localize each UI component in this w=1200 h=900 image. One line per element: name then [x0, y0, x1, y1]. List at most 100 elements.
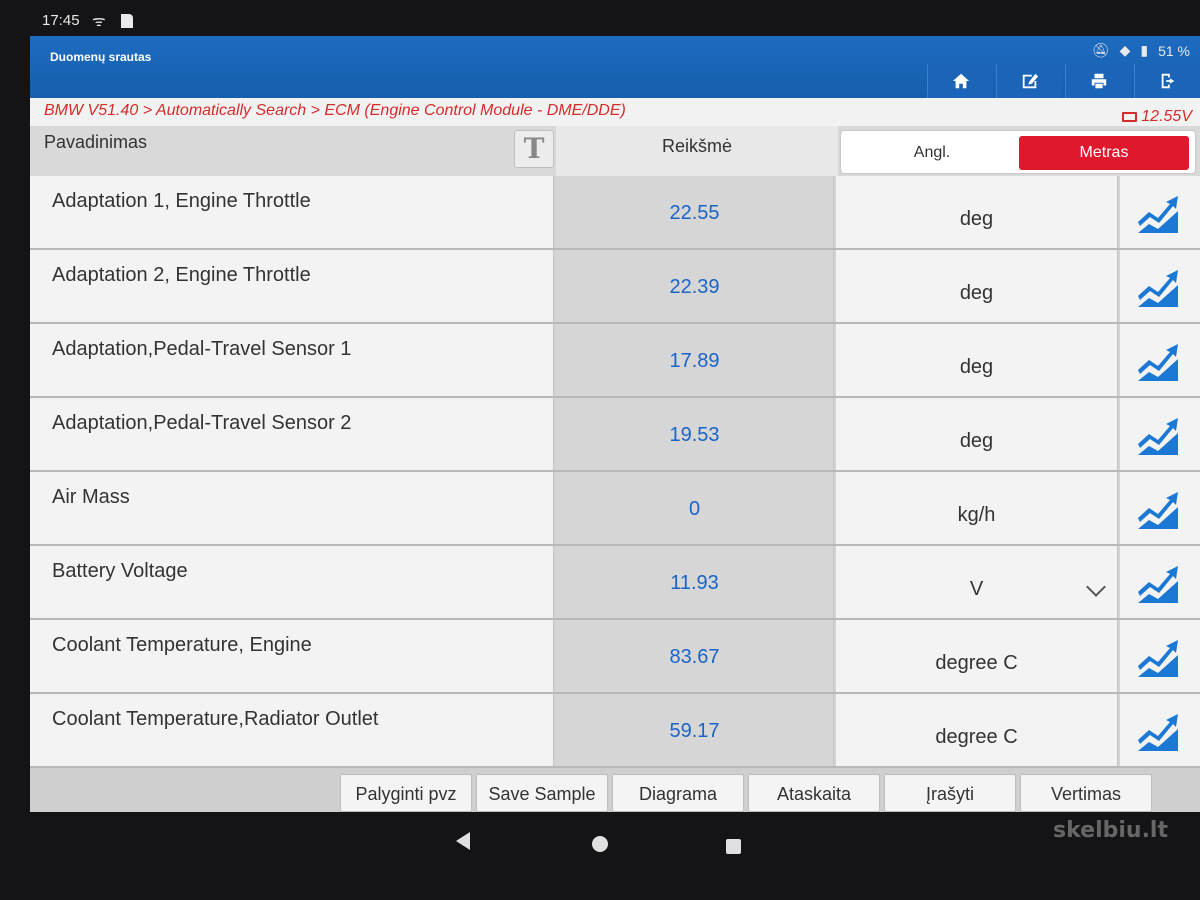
value-cell: 83.67 [556, 620, 834, 692]
app-title: Duomenų srautas [50, 50, 152, 64]
table-row[interactable]: Air Mass 0 kg/h [30, 472, 1200, 546]
unit-cell[interactable]: deg [836, 176, 1118, 248]
graph-button[interactable] [1120, 620, 1200, 692]
graph-icon [1138, 270, 1178, 307]
value-cell: 0 [556, 472, 834, 544]
graph-button[interactable] [1120, 324, 1200, 396]
wifi-icon: ◆ [1119, 42, 1131, 58]
name-cell: Adaptation 2, Engine Throttle [30, 250, 554, 322]
row-name: Adaptation,Pedal-Travel Sensor 1 [52, 338, 352, 360]
unit-cell[interactable]: degree C [836, 694, 1118, 766]
title-bar: Duomenų srautas [30, 36, 1200, 98]
row-name: Adaptation 1, Engine Throttle [52, 190, 311, 212]
sd-card-icon [121, 14, 133, 28]
home-nav-icon[interactable] [592, 836, 608, 852]
table-row[interactable]: Coolant Temperature,Radiator Outlet 59.1… [30, 694, 1200, 768]
breadcrumb: BMW V51.40 > Automatically Search > ECM … [44, 102, 626, 119]
row-name: Battery Voltage [52, 560, 188, 582]
status-icons: 🔕︎ ◆ ▮ 51 % [1092, 42, 1190, 59]
row-value: 19.53 [669, 424, 720, 446]
app-window: Duomenų srautas BMW V51.40 > Automatical… [30, 36, 1200, 812]
graph-view-button[interactable]: Diagrama [612, 774, 744, 812]
bottom-action-bar: Palyginti pvz Save Sample Diagrama Atask… [30, 768, 1200, 812]
name-cell: Coolant Temperature,Radiator Outlet [30, 694, 554, 766]
unit-metric-button[interactable]: Metras [1019, 136, 1189, 170]
value-cell: 59.17 [556, 694, 834, 766]
graph-icon [1138, 196, 1178, 233]
row-name: Coolant Temperature,Radiator Outlet [52, 708, 379, 730]
name-cell: Coolant Temperature, Engine [30, 620, 554, 692]
car-battery-icon [1122, 112, 1138, 122]
graph-button[interactable] [1120, 546, 1200, 618]
print-icon [1091, 73, 1106, 89]
table-row[interactable]: Adaptation,Pedal-Travel Sensor 1 17.89 d… [30, 324, 1200, 398]
toolbar [924, 64, 1200, 98]
record-button[interactable]: Įrašyti [884, 774, 1016, 812]
graph-button[interactable] [1120, 250, 1200, 322]
row-value: 22.55 [669, 202, 720, 224]
unit-cell[interactable]: degree C [836, 620, 1118, 692]
unit-cell[interactable]: deg [836, 398, 1118, 470]
watermark: skelbiu.lt [1053, 818, 1168, 843]
row-unit: V [969, 578, 984, 600]
voltage-value: 12.55V [1141, 108, 1192, 125]
compare-sample-button[interactable]: Palyginti pvz [340, 774, 472, 812]
row-value: 0 [688, 498, 701, 520]
row-value: 83.67 [669, 646, 720, 668]
exit-button[interactable] [1134, 64, 1200, 98]
unit-cell[interactable]: V [836, 546, 1118, 618]
value-cell: 11.93 [556, 546, 834, 618]
mute-icon: 🔕︎ [1091, 42, 1110, 58]
breadcrumb-bar: BMW V51.40 > Automatically Search > ECM … [30, 98, 1200, 126]
battery-icon: ▮ [1140, 42, 1149, 58]
name-cell: Adaptation 1, Engine Throttle [30, 176, 554, 248]
recents-icon[interactable] [726, 839, 741, 854]
android-nav-bar: skelbiu.lt [0, 812, 1200, 872]
edit-button[interactable] [996, 64, 1062, 98]
table-row[interactable]: Adaptation 1, Engine Throttle 22.55 deg [30, 176, 1200, 250]
table-row[interactable]: Coolant Temperature, Engine 83.67 degree… [30, 620, 1200, 694]
unit-cell[interactable]: deg [836, 250, 1118, 322]
usb-debug-icon: ᯤ [92, 13, 106, 30]
home-button[interactable] [927, 64, 993, 98]
graph-button[interactable] [1120, 176, 1200, 248]
table-row[interactable]: Battery Voltage 11.93 V [30, 546, 1200, 620]
value-cell: 19.53 [556, 398, 834, 470]
unit-cell[interactable]: deg [836, 324, 1118, 396]
print-button[interactable] [1065, 64, 1131, 98]
row-unit: deg [959, 430, 994, 452]
graph-button[interactable] [1120, 694, 1200, 766]
row-unit: degree C [935, 726, 1018, 748]
row-value: 22.39 [669, 276, 720, 298]
table-row[interactable]: Adaptation 2, Engine Throttle 22.39 deg [30, 250, 1200, 324]
graph-icon [1138, 344, 1178, 381]
row-value: 59.17 [669, 720, 720, 742]
name-cell: Battery Voltage [30, 546, 554, 618]
row-unit: deg [959, 208, 994, 230]
row-unit: kg/h [957, 504, 996, 526]
row-value: 17.89 [669, 350, 720, 372]
graph-icon [1138, 418, 1178, 455]
graph-button[interactable] [1120, 398, 1200, 470]
row-name: Adaptation 2, Engine Throttle [52, 264, 311, 286]
row-name: Air Mass [52, 486, 130, 508]
row-unit: deg [959, 282, 994, 304]
unit-cell[interactable]: kg/h [836, 472, 1118, 544]
row-name: Adaptation,Pedal-Travel Sensor 2 [52, 412, 352, 434]
value-cell: 22.55 [556, 176, 834, 248]
unit-english-button[interactable]: Angl. [847, 136, 1017, 170]
save-sample-button[interactable]: Save Sample [476, 774, 608, 812]
table-row[interactable]: Adaptation,Pedal-Travel Sensor 2 19.53 d… [30, 398, 1200, 472]
translate-button[interactable]: Vertimas [1020, 774, 1152, 812]
back-icon[interactable] [456, 832, 470, 850]
report-button[interactable]: Ataskaita [748, 774, 880, 812]
graph-icon [1138, 714, 1178, 751]
name-cell: Adaptation,Pedal-Travel Sensor 1 [30, 324, 554, 396]
edit-icon [1022, 73, 1038, 89]
header-value: Reikšmė [556, 126, 838, 176]
graph-button[interactable] [1120, 472, 1200, 544]
table-header: Pavadinimas T Reikšmė Angl. Metras [30, 126, 1200, 176]
data-table: Adaptation 1, Engine Throttle 22.55 deg … [30, 176, 1200, 768]
row-unit: deg [959, 356, 994, 378]
text-size-button[interactable]: T [514, 130, 554, 168]
